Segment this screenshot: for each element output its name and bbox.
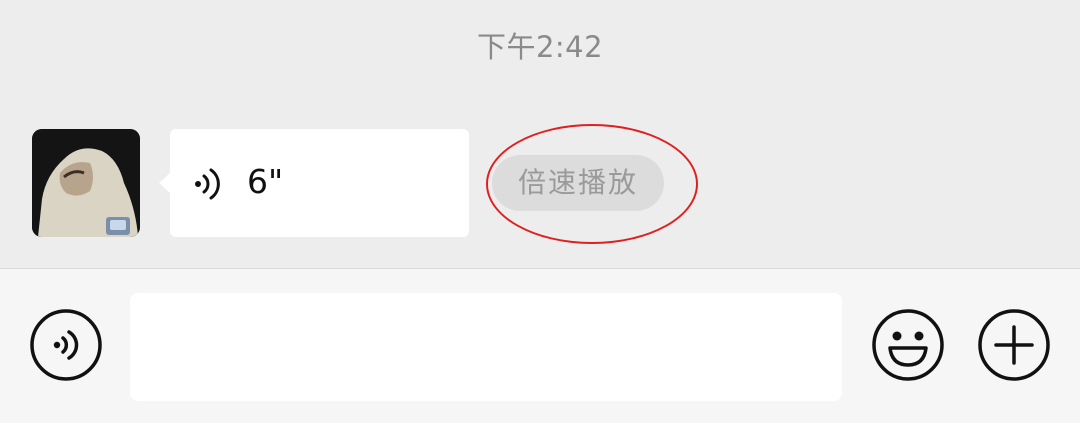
voice-duration: 6" bbox=[247, 162, 284, 201]
voice-message-bubble[interactable]: 6" bbox=[159, 129, 469, 237]
plus-icon bbox=[978, 309, 1050, 381]
voice-mode-button[interactable] bbox=[28, 307, 104, 383]
voice-wave-icon bbox=[192, 167, 226, 201]
voice-mode-icon bbox=[30, 309, 102, 381]
message-timestamp: 下午2:42 bbox=[476, 30, 604, 64]
emoji-button[interactable] bbox=[870, 307, 946, 383]
avatar[interactable] bbox=[32, 129, 140, 237]
annotation-circle bbox=[486, 124, 698, 244]
input-bar bbox=[0, 268, 1080, 423]
bubble-tail bbox=[159, 172, 171, 194]
emoji-icon bbox=[872, 309, 944, 381]
avatar-photo bbox=[32, 129, 140, 237]
message-input[interactable] bbox=[130, 293, 842, 401]
more-button[interactable] bbox=[976, 307, 1052, 383]
